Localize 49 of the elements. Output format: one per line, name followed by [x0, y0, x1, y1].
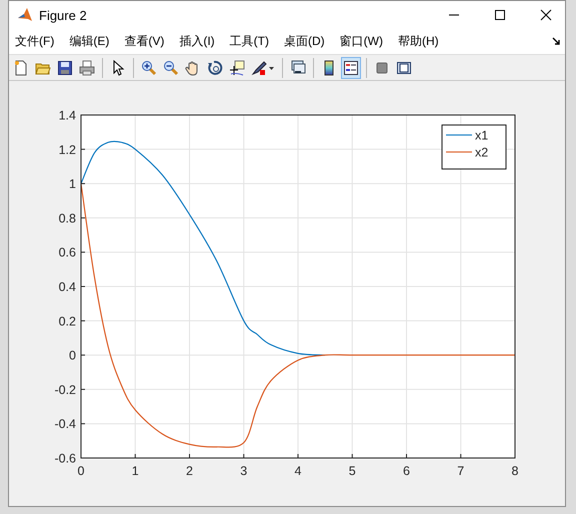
x-tick-label: 8 — [512, 464, 518, 478]
legend-label: x2 — [475, 146, 488, 160]
x-tick-label: 2 — [186, 464, 193, 478]
y-tick-label: -0.4 — [54, 417, 76, 432]
menu-item[interactable]: 桌面(D) — [284, 33, 325, 50]
y-tick-label: 0.6 — [58, 246, 76, 260]
data-tip-icon — [229, 60, 245, 76]
save-icon — [57, 60, 73, 76]
menu-item[interactable]: 窗口(W) — [340, 33, 383, 50]
brush-icon — [251, 60, 275, 76]
rotate-icon — [207, 60, 223, 76]
y-tick-label: -0.2 — [54, 382, 76, 397]
window-title: Figure 2 — [39, 8, 88, 23]
zoom-out-icon — [163, 60, 179, 76]
y-tick-label: -0.6 — [54, 452, 76, 466]
y-tick-label: 1 — [69, 177, 76, 192]
x-tick-label: 6 — [403, 464, 410, 478]
x-tick-label: 5 — [348, 464, 356, 478]
close-icon[interactable] — [540, 9, 552, 22]
x-tick-label: 4 — [294, 464, 302, 478]
menu-item[interactable]: 工具(T) — [230, 33, 269, 50]
y-tick-label: 0.8 — [58, 211, 76, 226]
link-icon — [290, 60, 306, 76]
legend-icon — [343, 60, 359, 76]
printer-icon — [79, 60, 95, 76]
menu-item[interactable]: 文件(F) — [15, 33, 54, 50]
zoom-in-icon — [141, 60, 157, 76]
y-tick-label: 0 — [69, 348, 76, 363]
dock-arrow-icon[interactable] — [552, 37, 561, 46]
menu-item[interactable]: 插入(I) — [179, 33, 215, 50]
x-tick-label: 0 — [78, 464, 84, 478]
x-tick-label: 1 — [132, 464, 139, 478]
toolbar-button[interactable] — [341, 56, 361, 79]
square-icon — [374, 60, 390, 76]
x-tick-label: 3 — [240, 464, 248, 478]
y-tick-label: 0.2 — [58, 314, 76, 328]
maximize-icon[interactable] — [494, 9, 506, 22]
matlab-logo-icon — [17, 7, 33, 24]
menu-item[interactable]: 编辑(E) — [69, 33, 110, 50]
menu-item[interactable]: 帮助(H) — [398, 33, 439, 50]
window-frame-icon — [396, 60, 412, 76]
x-tick-label: 7 — [457, 464, 464, 478]
legend-box — [442, 124, 506, 170]
y-tick-label: 0.4 — [58, 280, 76, 294]
y-tick-label: 1.2 — [58, 142, 76, 157]
legend-label: x1 — [475, 128, 488, 142]
y-tick-label: 1.4 — [58, 108, 76, 122]
menu-item[interactable]: 查看(V) — [124, 33, 164, 50]
new-file-icon — [13, 60, 29, 76]
